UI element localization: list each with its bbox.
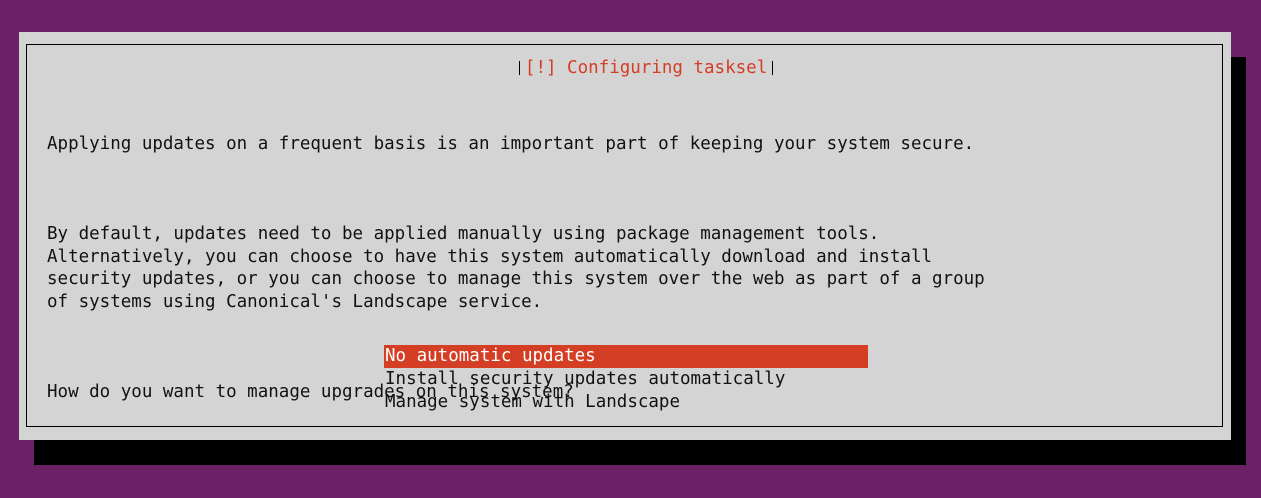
tasksel-dialog: [!] Configuring tasksel Applying updates… bbox=[19, 32, 1231, 440]
intro-paragraph: Applying updates on a frequent basis is … bbox=[47, 134, 975, 154]
upgrade-options-list: No automatic updates Install security up… bbox=[384, 345, 868, 414]
dialog-title: [!] Configuring tasksel bbox=[518, 58, 774, 78]
explanation-paragraph: By default, updates need to be applied m… bbox=[47, 224, 985, 312]
option-manage-with-landscape[interactable]: Manage system with Landscape bbox=[384, 391, 868, 414]
option-install-security-updates[interactable]: Install security updates automatically bbox=[384, 368, 868, 391]
option-no-automatic-updates[interactable]: No automatic updates bbox=[384, 345, 868, 368]
